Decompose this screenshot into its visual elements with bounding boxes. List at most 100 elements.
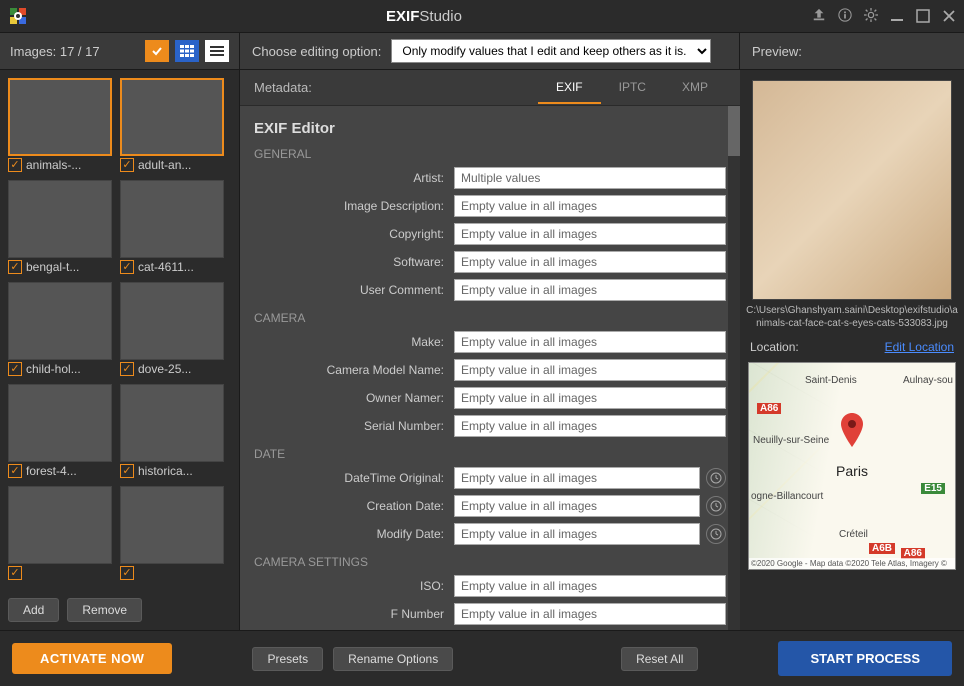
field-label: Creation Date: [254,499,454,513]
thumbnail-item[interactable]: child-hol... [8,282,112,376]
software-input[interactable] [454,251,726,273]
editor-scrollbar[interactable] [728,106,740,630]
thumbnail-item[interactable]: bengal-t... [8,180,112,274]
creation-date-input[interactable] [454,495,700,517]
sidebar: animals-... adult-an... bengal-t... cat-… [0,70,240,630]
copyright-input[interactable] [454,223,726,245]
preview-panel: C:\Users\Ghanshyam.saini\Desktop\exifstu… [740,70,964,630]
field-label: Serial Number: [254,419,454,433]
map-place-label: Créteil [839,529,868,540]
rename-options-button[interactable]: Rename Options [333,647,453,671]
thumbnail-label: forest-4... [26,464,77,478]
clock-icon[interactable] [706,468,726,488]
section-general: GENERAL [254,147,726,161]
section-settings: CAMERA SETTINGS [254,555,726,569]
section-camera: CAMERA [254,311,726,325]
checkbox-icon[interactable] [8,158,22,172]
iso-input[interactable] [454,575,726,597]
owner-input[interactable] [454,387,726,409]
bottom-bar: ACTIVATE NOW Presets Rename Options Rese… [0,630,964,686]
checkbox-icon[interactable] [8,260,22,274]
field-label: Modify Date: [254,527,454,541]
model-input[interactable] [454,359,726,381]
thumbnail-label: bengal-t... [26,260,79,274]
map-road-label: A86 [757,403,781,414]
thumbnail-image [120,78,224,156]
make-input[interactable] [454,331,726,353]
thumbnail-image [120,384,224,462]
location-map[interactable]: Saint-Denis Aulnay-sou Neuilly-sur-Seine… [748,362,956,570]
gear-icon[interactable] [864,8,878,25]
map-pin-icon [841,413,863,450]
tab-exif[interactable]: EXIF [538,72,601,104]
editing-option-select[interactable]: Only modify values that I edit and keep … [391,39,711,63]
reset-all-button[interactable]: Reset All [621,647,698,671]
field-label: F Number [254,607,454,621]
checkbox-icon[interactable] [8,566,22,580]
serial-input[interactable] [454,415,726,437]
thumbnail-label: adult-an... [138,158,191,172]
thumbnail-item[interactable]: animals-... [8,78,112,172]
thumbnail-image [8,384,112,462]
images-count: Images: 17 / 17 [10,44,139,59]
user-comment-input[interactable] [454,279,726,301]
thumbnail-item[interactable]: cat-4611... [120,180,224,274]
thumbnail-item[interactable] [120,486,224,580]
list-view-toggle[interactable] [205,40,229,62]
toolbar: Images: 17 / 17 Choose editing option: O… [0,32,964,70]
field-label: Artist: [254,171,454,185]
thumbnail-image [120,180,224,258]
map-place-label: Neuilly-sur-Seine [753,435,829,446]
close-button[interactable] [942,9,956,23]
checkbox-icon[interactable] [8,464,22,478]
edit-location-link[interactable]: Edit Location [885,340,954,354]
map-city-label: Paris [836,463,868,479]
title-bar: EXIFStudio [0,0,964,32]
start-process-button[interactable]: START PROCESS [778,641,952,676]
thumbnail-item[interactable]: adult-an... [120,78,224,172]
checkbox-icon[interactable] [120,566,134,580]
artist-input[interactable] [454,167,726,189]
thumbnail-item[interactable] [8,486,112,580]
clock-icon[interactable] [706,496,726,516]
checkbox-icon[interactable] [120,464,134,478]
field-label: Image Description: [254,199,454,213]
share-icon[interactable] [812,8,826,25]
modify-date-input[interactable] [454,523,700,545]
checkbox-icon[interactable] [8,362,22,376]
fnumber-input[interactable] [454,603,726,625]
thumbnail-item[interactable]: forest-4... [8,384,112,478]
remove-button[interactable]: Remove [67,598,142,622]
presets-button[interactable]: Presets [252,647,323,671]
add-button[interactable]: Add [8,598,59,622]
minimize-button[interactable] [890,9,904,23]
description-input[interactable] [454,195,726,217]
app-logo-icon [8,6,28,26]
thumbnail-image [120,282,224,360]
thumbnail-item[interactable]: historica... [120,384,224,478]
thumbnail-image [120,486,224,564]
app-title: EXIFStudio [36,8,812,25]
checkbox-icon[interactable] [120,260,134,274]
editor-title: EXIF Editor [254,120,726,137]
info-icon[interactable] [838,8,852,25]
select-all-toggle[interactable] [145,40,169,62]
activate-now-button[interactable]: ACTIVATE NOW [12,643,172,674]
thumbnail-label: child-hol... [26,362,81,376]
grid-view-toggle[interactable] [175,40,199,62]
checkbox-icon[interactable] [120,158,134,172]
map-place-label: Aulnay-sou [903,375,953,386]
tab-xmp[interactable]: XMP [664,72,726,104]
choose-option-label: Choose editing option: [252,44,381,59]
datetime-original-input[interactable] [454,467,700,489]
section-date: DATE [254,447,726,461]
checkbox-icon[interactable] [120,362,134,376]
maximize-button[interactable] [916,9,930,23]
map-place-label: ogne-Billancourt [751,491,823,502]
thumbnail-label: animals-... [26,158,81,172]
tab-iptc[interactable]: IPTC [601,72,664,104]
preview-image [752,80,952,300]
thumbnail-item[interactable]: dove-25... [120,282,224,376]
clock-icon[interactable] [706,524,726,544]
field-label: Make: [254,335,454,349]
